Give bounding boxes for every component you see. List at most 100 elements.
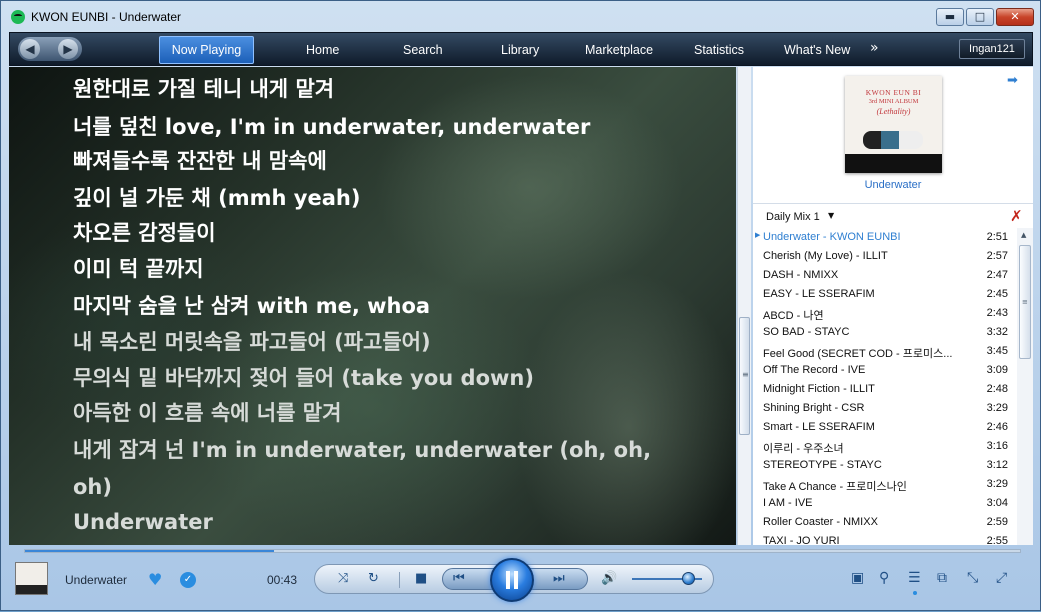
tab-now-playing[interactable]: Now Playing — [159, 36, 254, 64]
list-item[interactable]: ▶ Underwater - KWON EUNBI 2:51 — [753, 228, 1017, 247]
list-item[interactable]: TAXI - JO YURI 2:55 — [753, 532, 1017, 545]
pause-icon — [506, 571, 510, 589]
close-button[interactable]: ✕ — [996, 8, 1034, 26]
connect-icon[interactable]: ⚲ — [879, 570, 889, 586]
lyrics-scroll-thumb[interactable]: ≡ — [739, 317, 750, 435]
lyric-line[interactable]: 너를 덮친 love, I'm in underwater, underwate… — [73, 113, 590, 141]
tab-library[interactable]: Library — [501, 43, 539, 57]
player-controls: Underwater ♥ ✓ 00:43 ⤨ ↻ ■ ⏮ ⏭ 🔊 ▣ ⚲ ☰ ⧉… — [1, 557, 1041, 612]
history-arrows: ◀ ▶ — [18, 37, 82, 61]
lyric-line[interactable]: 차오른 감정들이 — [73, 219, 216, 247]
track-title: Cherish (My Love) - ILLIT — [763, 250, 888, 262]
list-item[interactable]: Roller Coaster - NMIXX 2:59 — [753, 513, 1017, 532]
track-duration: 2:45 — [986, 288, 1008, 300]
list-item[interactable]: Take A Chance - 프로미스나인 3:29 — [753, 475, 1017, 494]
album-art-artist: KWON EUN BI — [865, 88, 922, 97]
track-duration: 2:48 — [986, 383, 1008, 395]
list-item[interactable]: I AM - IVE 3:04 — [753, 494, 1017, 513]
tab-marketplace[interactable]: Marketplace — [585, 43, 653, 57]
lyric-line[interactable]: 원한대로 가질 테니 내게 맡겨 — [73, 75, 334, 103]
tab-home[interactable]: Home — [306, 43, 339, 57]
repeat-icon[interactable]: ↻ — [368, 571, 379, 586]
check-icon[interactable]: ✓ — [180, 572, 196, 588]
track-duration: 3:29 — [986, 478, 1008, 490]
list-item[interactable]: Smart - LE SSERAFIM 2:46 — [753, 418, 1017, 437]
list-item[interactable]: EASY - LE SSERAFIM 2:45 — [753, 285, 1017, 304]
list-item[interactable]: Off The Record - IVE 3:09 — [753, 361, 1017, 380]
spotify-icon — [11, 10, 25, 24]
track-duration: 3:45 — [986, 345, 1008, 357]
minimize-button[interactable]: ▬ — [936, 8, 964, 26]
lyric-line[interactable]: 무의식 밑 바닥까지 젖어 들어 (take you down) — [73, 364, 534, 392]
track-duration: 3:32 — [986, 326, 1008, 338]
lyric-line[interactable]: oh) — [73, 473, 112, 501]
queue-active-indicator — [913, 591, 917, 595]
volume-knob[interactable] — [682, 572, 695, 585]
lyrics-scrollbar[interactable]: ≡ — [737, 67, 751, 545]
album-art-floor — [845, 154, 942, 173]
track-title: SO BAD - STAYC — [763, 326, 850, 338]
album-art[interactable]: KWON EUN BI 3rd MINI ALBUM (Lethality) — [845, 76, 942, 173]
seek-bar[interactable] — [24, 549, 1021, 553]
lyric-line[interactable]: Underwater — [73, 508, 213, 536]
more-tabs-icon[interactable]: » — [870, 40, 879, 56]
track-list: ▶ Underwater - KWON EUNBI 2:51 Cherish (… — [753, 228, 1017, 545]
track-duration: 3:04 — [986, 497, 1008, 509]
list-item[interactable]: Shining Bright - CSR 3:29 — [753, 399, 1017, 418]
scroll-up-icon[interactable]: ▲ — [1021, 231, 1026, 239]
mini-album-art[interactable] — [15, 562, 48, 595]
user-profile-button[interactable]: Ingan121 — [959, 39, 1025, 59]
playlist-dropdown[interactable]: Daily Mix 1 — [766, 211, 820, 223]
list-item[interactable]: Midnight Fiction - ILLIT 2:48 — [753, 380, 1017, 399]
playlist-scroll-thumb[interactable]: ≡ — [1019, 245, 1031, 359]
list-item[interactable]: Cherish (My Love) - ILLIT 2:57 — [753, 247, 1017, 266]
arrow-right-icon[interactable]: ➡ — [1007, 73, 1018, 88]
list-item[interactable]: ABCD - 나연 2:43 — [753, 304, 1017, 323]
previous-icon[interactable]: ⏮ — [453, 571, 465, 586]
tab-whats-new[interactable]: What's New — [784, 43, 850, 57]
track-title: I AM - IVE — [763, 497, 813, 509]
next-icon[interactable]: ⏭ — [553, 571, 565, 586]
list-item[interactable]: DASH - NMIXX 2:47 — [753, 266, 1017, 285]
lyric-line[interactable]: 깊이 널 가둔 채 (mmh yeah) — [73, 184, 360, 212]
track-duration: 2:59 — [986, 516, 1008, 528]
track-duration: 2:57 — [986, 250, 1008, 262]
back-arrow-icon[interactable]: ◀ — [20, 39, 40, 59]
lyric-line[interactable]: 빠져들수록 잔잔한 내 맘속에 — [73, 147, 327, 175]
lyric-line[interactable]: 이미 턱 끝까지 — [73, 255, 204, 283]
maximize-icon: □ — [974, 10, 986, 23]
track-duration: 3:09 — [986, 364, 1008, 376]
grip-icon: ≡ — [1022, 298, 1028, 306]
tab-statistics[interactable]: Statistics — [694, 43, 744, 57]
devices-icon[interactable]: ⧉ — [937, 570, 947, 586]
lyric-line[interactable]: 내 목소린 머릿속을 파고들어 (파고들어) — [73, 328, 431, 356]
player-track-title[interactable]: Underwater — [65, 573, 127, 587]
track-duration: 3:16 — [986, 440, 1008, 452]
chevron-down-icon[interactable]: ▼ — [828, 211, 834, 220]
clear-queue-icon[interactable]: ✗ — [1010, 207, 1023, 225]
fullscreen-icon[interactable]: ⤢ — [996, 570, 1007, 586]
list-item[interactable]: 이루리 - 우주소녀 3:16 — [753, 437, 1017, 456]
lyrics-view-icon[interactable]: ▣ — [851, 570, 864, 586]
queue-icon[interactable]: ☰ — [908, 570, 921, 586]
volume-icon[interactable]: 🔊 — [601, 571, 617, 586]
lyric-line[interactable]: 아득한 이 흐름 속에 너를 맡겨 — [73, 399, 341, 427]
pause-button[interactable] — [490, 558, 534, 602]
list-item[interactable]: SO BAD - STAYC 3:32 — [753, 323, 1017, 342]
lyric-line[interactable]: 마지막 숨을 난 삼켜 with me, whoa — [73, 292, 430, 320]
stop-icon[interactable]: ■ — [415, 571, 427, 586]
track-duration: 3:12 — [986, 459, 1008, 471]
track-duration: 2:55 — [986, 535, 1008, 545]
lyric-line[interactable]: 내게 잠겨 넌 I'm in underwater, underwater (o… — [73, 436, 651, 464]
shuffle-icon[interactable]: ⤨ — [338, 571, 348, 586]
mini-player-icon[interactable]: ⤡ — [967, 570, 978, 586]
now-playing-title-link[interactable]: Underwater — [753, 179, 1033, 191]
tab-search[interactable]: Search — [403, 43, 443, 57]
list-item[interactable]: Feel Good (SECRET COD - 프로미스... 3:45 — [753, 342, 1017, 361]
playlist-scrollbar[interactable]: ▲ ≡ — [1017, 228, 1033, 545]
heart-icon[interactable]: ♥ — [148, 570, 162, 589]
maximize-button[interactable]: □ — [966, 8, 994, 26]
list-item[interactable]: STEREOTYPE - STAYC 3:12 — [753, 456, 1017, 475]
track-title: STEREOTYPE - STAYC — [763, 459, 882, 471]
forward-arrow-icon[interactable]: ▶ — [58, 39, 78, 59]
